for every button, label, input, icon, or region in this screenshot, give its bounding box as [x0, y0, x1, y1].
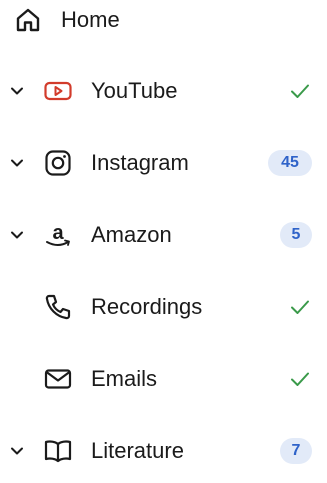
- nav-item-instagram[interactable]: Instagram 45: [0, 141, 327, 185]
- nav-item-amazon[interactable]: a Amazon 5: [0, 213, 327, 257]
- nav-item-literature-label: Literature: [91, 438, 184, 463]
- count-badge: 5: [280, 222, 312, 248]
- nav-item-amazon-label: Amazon: [91, 222, 172, 247]
- chevron-down-icon[interactable]: [9, 155, 25, 171]
- nav-item-recordings[interactable]: Recordings: [0, 285, 327, 329]
- chevron-down-icon[interactable]: [9, 83, 25, 99]
- check-icon: [290, 370, 310, 388]
- home-icon: [14, 6, 42, 34]
- instagram-icon: [43, 148, 73, 178]
- amazon-icon: a: [43, 220, 73, 250]
- check-icon: [290, 82, 310, 100]
- nav-item-emails[interactable]: Emails: [0, 357, 327, 401]
- nav-item-home-label: Home: [61, 7, 120, 32]
- nav-item-instagram-label: Instagram: [91, 150, 189, 175]
- chevron-down-icon[interactable]: [9, 227, 25, 243]
- chevron-down-icon[interactable]: [9, 443, 25, 459]
- sidebar-nav: Home YouTube Instagram 45 a Amazon 5 Rec…: [0, 0, 327, 483]
- nav-item-youtube[interactable]: YouTube: [0, 69, 327, 113]
- count-badge: 45: [268, 150, 312, 176]
- nav-item-literature[interactable]: Literature 7: [0, 429, 327, 473]
- check-icon: [290, 298, 310, 316]
- count-badge: 7: [280, 438, 312, 464]
- nav-item-emails-label: Emails: [91, 366, 158, 391]
- nav-item-youtube-label: YouTube: [91, 78, 178, 103]
- youtube-icon: [43, 76, 73, 106]
- svg-text:a: a: [52, 222, 64, 244]
- phone-icon: [43, 292, 73, 322]
- book-icon: [43, 436, 73, 466]
- mail-icon: [43, 364, 73, 394]
- nav-item-recordings-label: Recordings: [91, 294, 203, 319]
- nav-item-home[interactable]: Home: [0, 0, 327, 40]
